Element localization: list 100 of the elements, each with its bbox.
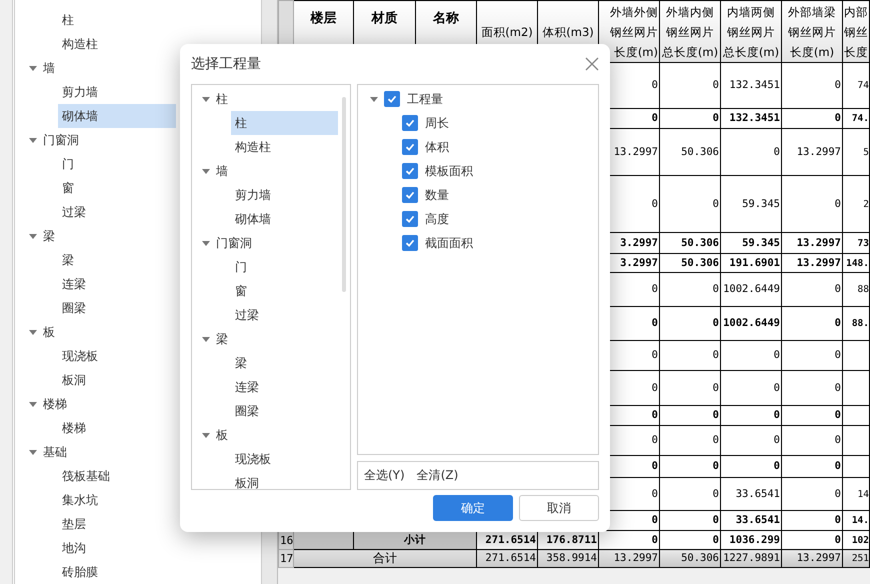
table-cell: 3.2997 (620, 236, 658, 248)
tree-item[interactable]: 门窗洞 (43, 128, 79, 152)
tree-item[interactable]: 过梁 (231, 303, 338, 327)
tree-item[interactable]: 柱 (231, 111, 338, 135)
table-cell: 13.2997 (614, 552, 658, 564)
tree-item[interactable]: 门 (58, 152, 176, 176)
table-cell: 13.2997 (796, 146, 841, 158)
tree-item[interactable]: 柱 (58, 8, 176, 32)
tree-item[interactable]: 过梁 (58, 200, 176, 224)
table-cell: 0 (712, 409, 719, 421)
table-cell: 1227.9891 (723, 552, 780, 564)
tree-item[interactable]: 楼梯 (58, 416, 176, 440)
scrollbar-thumb[interactable] (342, 97, 346, 292)
expand-caret-icon[interactable] (29, 234, 37, 238)
tree-item[interactable]: 板 (216, 423, 228, 447)
table-cell: 0 (834, 514, 841, 526)
tree-item[interactable]: 板 (43, 320, 55, 344)
row-number: 17 (278, 550, 294, 568)
tree-item[interactable]: 砌体墙 (231, 207, 338, 231)
expand-caret-icon[interactable] (29, 330, 37, 334)
tree-item[interactable]: 板洞 (58, 368, 176, 392)
column-header: 外墙外侧 钢丝网片 长度(m) (598, 0, 660, 62)
checkbox[interactable] (402, 187, 418, 203)
tree-item[interactable]: 圈梁 (58, 296, 176, 320)
checkbox[interactable] (402, 139, 418, 155)
close-icon[interactable] (585, 57, 599, 71)
expand-caret-icon[interactable] (202, 240, 210, 246)
table-cell: 0 (652, 112, 658, 124)
tree-item[interactable]: 现浇板 (231, 447, 338, 471)
expand-caret-icon[interactable] (29, 402, 37, 406)
tree-item[interactable]: 基础 (43, 440, 67, 464)
tree-item[interactable]: 窗 (58, 176, 176, 200)
tree-item[interactable]: 构造柱 (231, 135, 338, 159)
expand-caret-icon[interactable] (202, 96, 210, 102)
table-cell: 0 (712, 198, 719, 210)
tree-item[interactable]: 地沟 (58, 536, 176, 560)
tree-item[interactable]: 楼梯 (43, 392, 67, 416)
tree-item[interactable]: 砌体墙 (58, 104, 176, 128)
expand-caret-icon[interactable] (29, 66, 37, 70)
expand-caret-icon[interactable] (29, 138, 37, 142)
table-cell: 2 (863, 198, 868, 210)
checkbox[interactable] (402, 163, 418, 179)
table-cell: 102 (852, 534, 868, 546)
tree-item[interactable]: 墙 (216, 159, 228, 183)
cancel-button[interactable]: 取消 (519, 495, 599, 521)
tree-item[interactable]: 门窗洞 (216, 231, 252, 255)
tree-item[interactable]: 墙 (43, 56, 55, 80)
table-cell: 50.306 (681, 552, 719, 564)
tree-item[interactable]: 剪力墙 (231, 183, 338, 207)
tree-item[interactable]: 砖胎膜 (58, 560, 176, 584)
tree-item[interactable]: 梁 (58, 248, 176, 272)
table-cell: 0 (712, 460, 719, 472)
table-cell: 0 (652, 79, 658, 91)
column-header: 外部墙梁 钢丝网片 长度(m) (782, 0, 842, 62)
tree-item[interactable]: 梁 (216, 327, 228, 351)
tree-item[interactable]: 剪力墙 (58, 80, 176, 104)
table-cell: 0 (712, 317, 719, 329)
table-cell: 0 (774, 409, 780, 421)
expand-caret-icon[interactable] (202, 168, 210, 174)
tree-item[interactable]: 筏板基础 (58, 464, 176, 488)
tree-item[interactable]: 门 (231, 255, 338, 279)
table-cell: 0 (834, 283, 841, 295)
tree-item[interactable]: 现浇板 (58, 344, 176, 368)
table-cell: 14 (858, 488, 868, 500)
tree-item[interactable]: 连梁 (231, 375, 338, 399)
tree-item[interactable]: 梁 (43, 224, 55, 248)
table-cell: 13.2997 (796, 236, 841, 248)
expand-caret-icon[interactable] (370, 96, 378, 102)
checkbox-label: 周长 (425, 114, 449, 132)
tree-item[interactable]: 圈梁 (231, 399, 338, 423)
expand-caret-icon[interactable] (202, 432, 210, 438)
tree-item[interactable]: 板洞 (231, 471, 338, 489)
checkbox[interactable] (402, 211, 418, 227)
table-cell: 13.2997 (796, 552, 841, 564)
table-cell: 0 (774, 434, 780, 446)
checkbox[interactable] (402, 115, 418, 131)
table-cell: 0 (652, 283, 658, 295)
tree-item[interactable]: 构造柱 (58, 32, 176, 56)
table-cell: 0 (834, 198, 841, 210)
column-header: 外墙内侧 钢丝网片 总长度(m) (660, 0, 720, 62)
tree-item[interactable]: 集水坑 (58, 488, 176, 512)
checkbox[interactable] (384, 91, 400, 107)
table-cell: 74 (858, 80, 868, 91)
table-cell: 33.6541 (736, 514, 780, 526)
tree-item[interactable]: 垫层 (58, 512, 176, 536)
tree-item[interactable]: 梁 (231, 351, 338, 375)
table-cell: 0 (712, 514, 719, 526)
table-cell: 0 (834, 79, 841, 91)
expand-caret-icon[interactable] (202, 336, 210, 342)
checkbox[interactable] (402, 235, 418, 251)
tree-item[interactable]: 柱 (216, 87, 228, 111)
ok-button[interactable]: 确定 (433, 495, 513, 521)
select-link[interactable]: 全选(Y) (364, 467, 405, 484)
select-link[interactable]: 全清(Z) (416, 467, 458, 484)
tree-item[interactable]: 窗 (231, 279, 338, 303)
table-cell: 0 (652, 514, 658, 526)
table-cell: 251 (852, 553, 868, 564)
table-cell: 1002.6449 (723, 317, 780, 329)
tree-item[interactable]: 连梁 (58, 272, 176, 296)
expand-caret-icon[interactable] (29, 450, 37, 454)
